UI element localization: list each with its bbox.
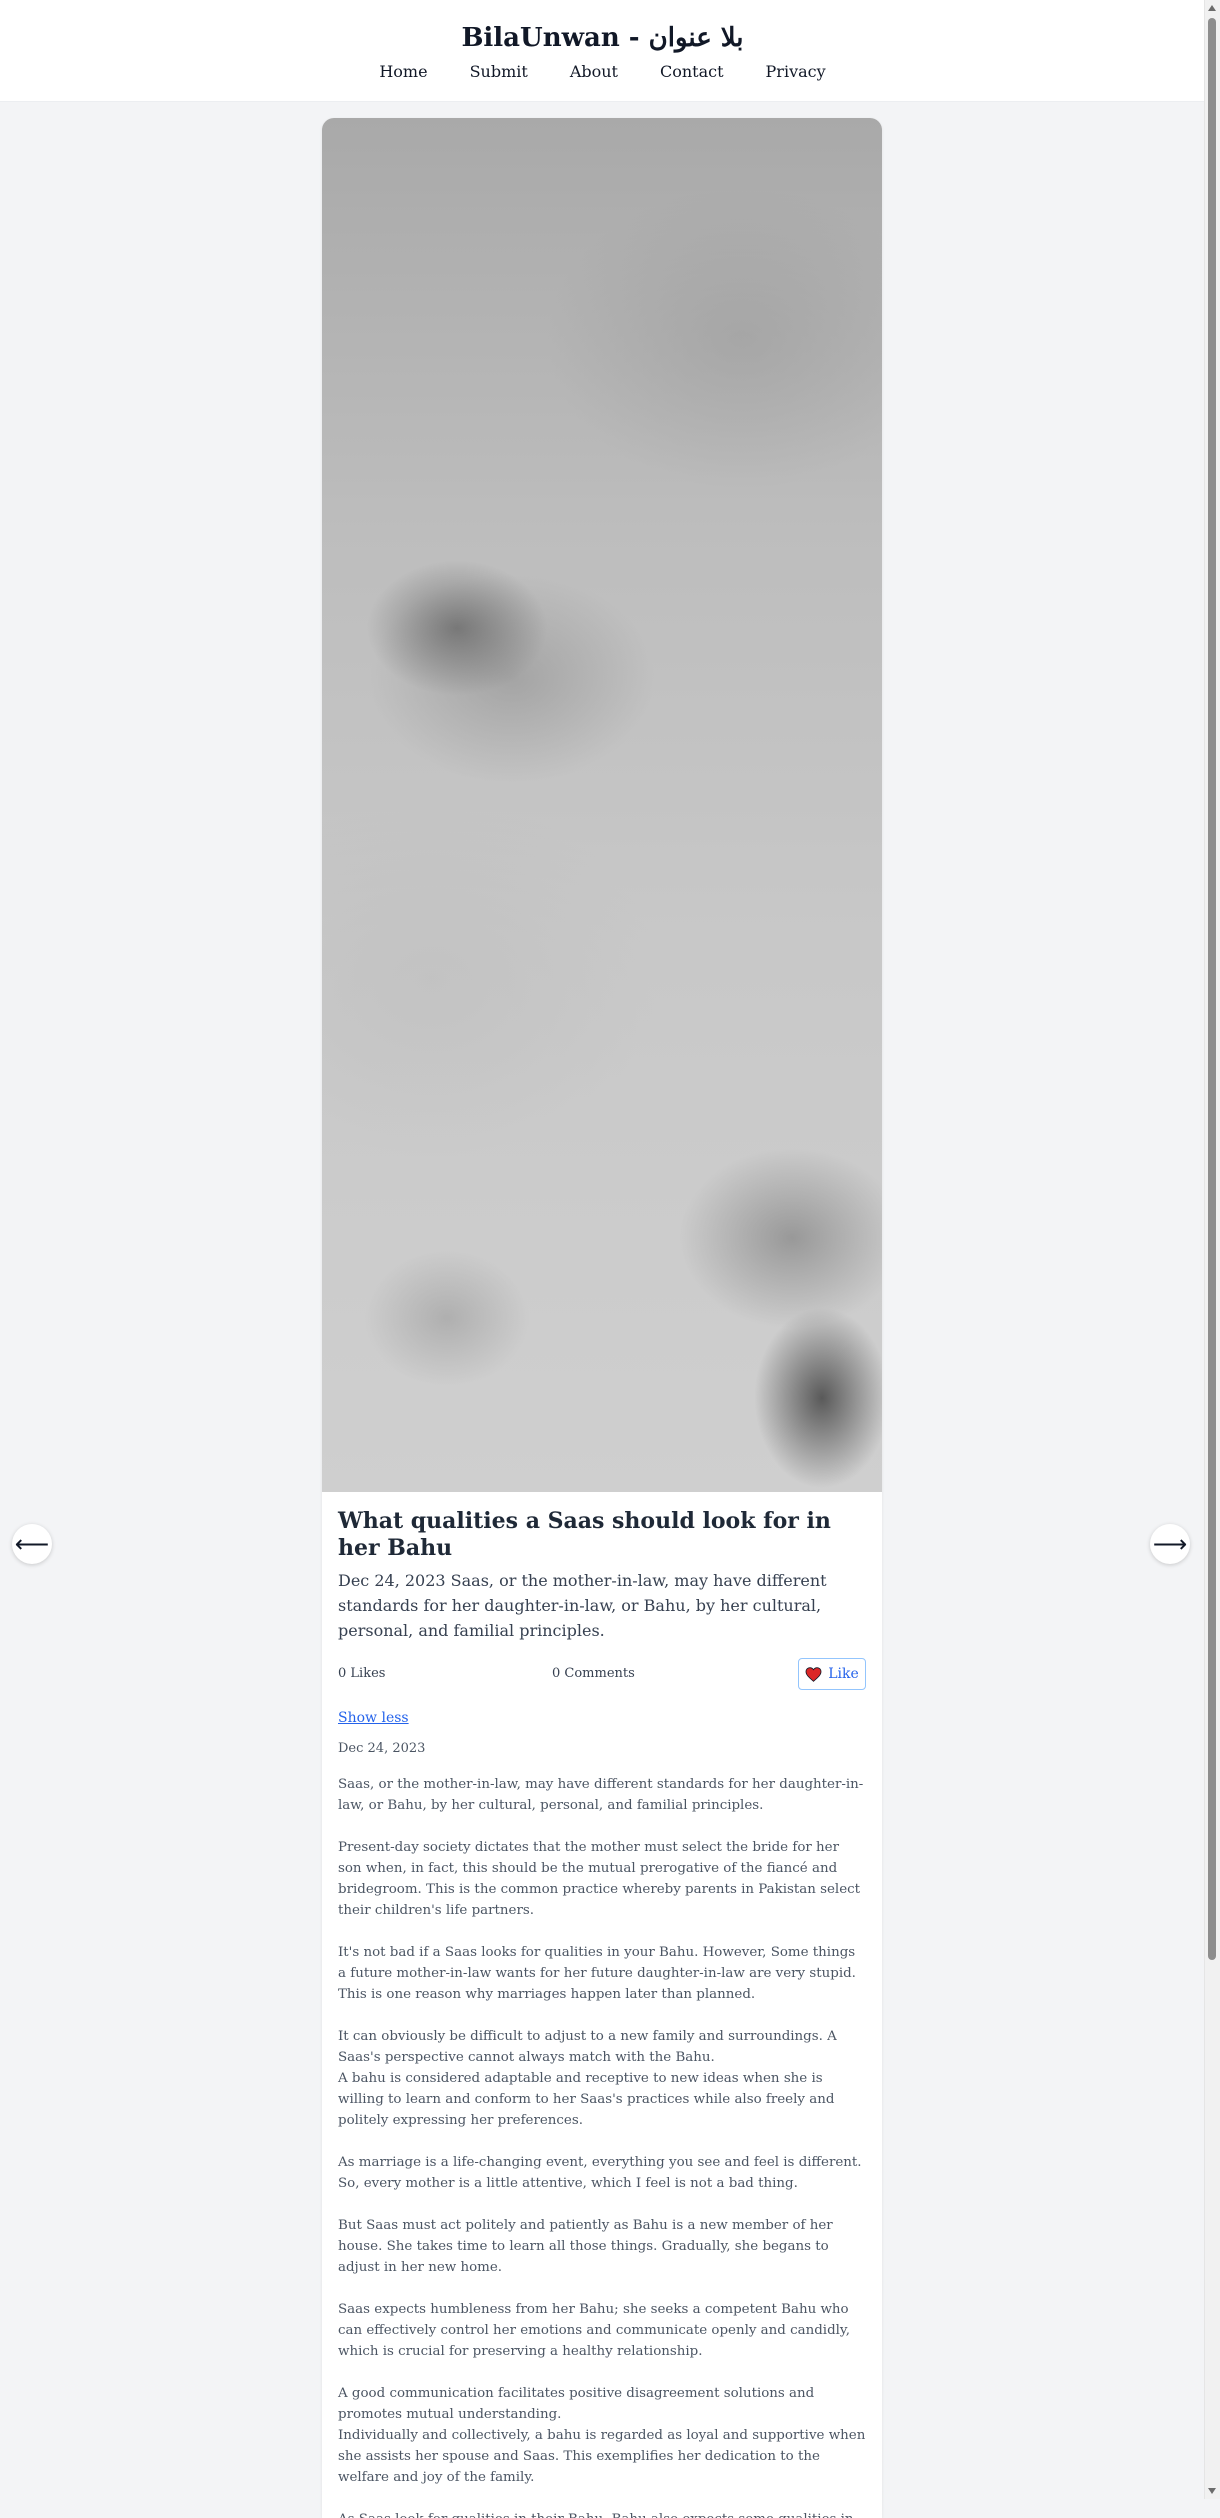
next-post-button[interactable]: ⟶ [1150, 1524, 1190, 1564]
post-image [322, 118, 882, 1492]
body-paragraph: But Saas must act politely and patiently… [338, 2218, 833, 2275]
post-body: Saas, or the mother-in-law, may have dif… [338, 1774, 866, 2518]
body-paragraph: Saas expects humbleness from her Bahu; s… [338, 2302, 850, 2359]
arrow-right-icon: ⟶ [1152, 1530, 1188, 1558]
nav-submit[interactable]: Submit [470, 60, 528, 84]
main-nav: Home Submit About Contact Privacy [0, 60, 1205, 84]
post-title: What qualities a Saas should look for in… [338, 1508, 831, 1561]
nav-home[interactable]: Home [379, 60, 427, 84]
scrollbar-thumb[interactable] [1208, 18, 1216, 1960]
scroll-down-icon[interactable] [1208, 2488, 1216, 2494]
body-paragraph: As marriage is a life-changing event, ev… [338, 2155, 862, 2191]
scroll-up-icon[interactable] [1208, 5, 1216, 11]
nav-privacy[interactable]: Privacy [766, 60, 826, 84]
body-paragraph: Present-day society dictates that the mo… [338, 1840, 861, 1918]
vertical-scrollbar[interactable] [1204, 0, 1220, 2499]
nav-about[interactable]: About [570, 60, 618, 84]
body-paragraph: Saas, or the mother-in-law, may have dif… [338, 1777, 864, 1813]
body-paragraph: It can obviously be difficult to adjust … [338, 2029, 837, 2128]
likes-count: 0 Likes [338, 1666, 386, 1681]
heart-icon [805, 1666, 822, 1682]
body-paragraph: As Saas look for qualities in their Bahu… [338, 2509, 866, 2518]
post-stats: 0 Likes 0 Comments Like [338, 1658, 866, 1692]
like-button-label: Like [828, 1666, 859, 1682]
body-paragraph: It's not bad if a Saas looks for qualiti… [338, 1945, 856, 2002]
body-paragraph: A good communication facilitates positiv… [338, 2386, 866, 2485]
previous-post-button[interactable]: ⟵ [12, 1524, 52, 1564]
like-button[interactable]: Like [798, 1658, 866, 1690]
comments-count[interactable]: 0 Comments [552, 1666, 635, 1681]
nav-contact[interactable]: Contact [660, 60, 724, 84]
site-header: BilaUnwan - بلا عنوان Home Submit About … [0, 0, 1205, 102]
post-card: What qualities a Saas should look for in… [322, 118, 882, 2518]
post-date: Dec 24, 2023 [338, 1741, 426, 1756]
post-excerpt: Dec 24, 2023 Saas, or the mother-in-law,… [338, 1571, 827, 1640]
show-less-link[interactable]: Show less [338, 1710, 409, 1726]
site-title[interactable]: BilaUnwan - بلا عنوان [0, 20, 1205, 56]
arrow-left-icon: ⟵ [14, 1530, 50, 1558]
